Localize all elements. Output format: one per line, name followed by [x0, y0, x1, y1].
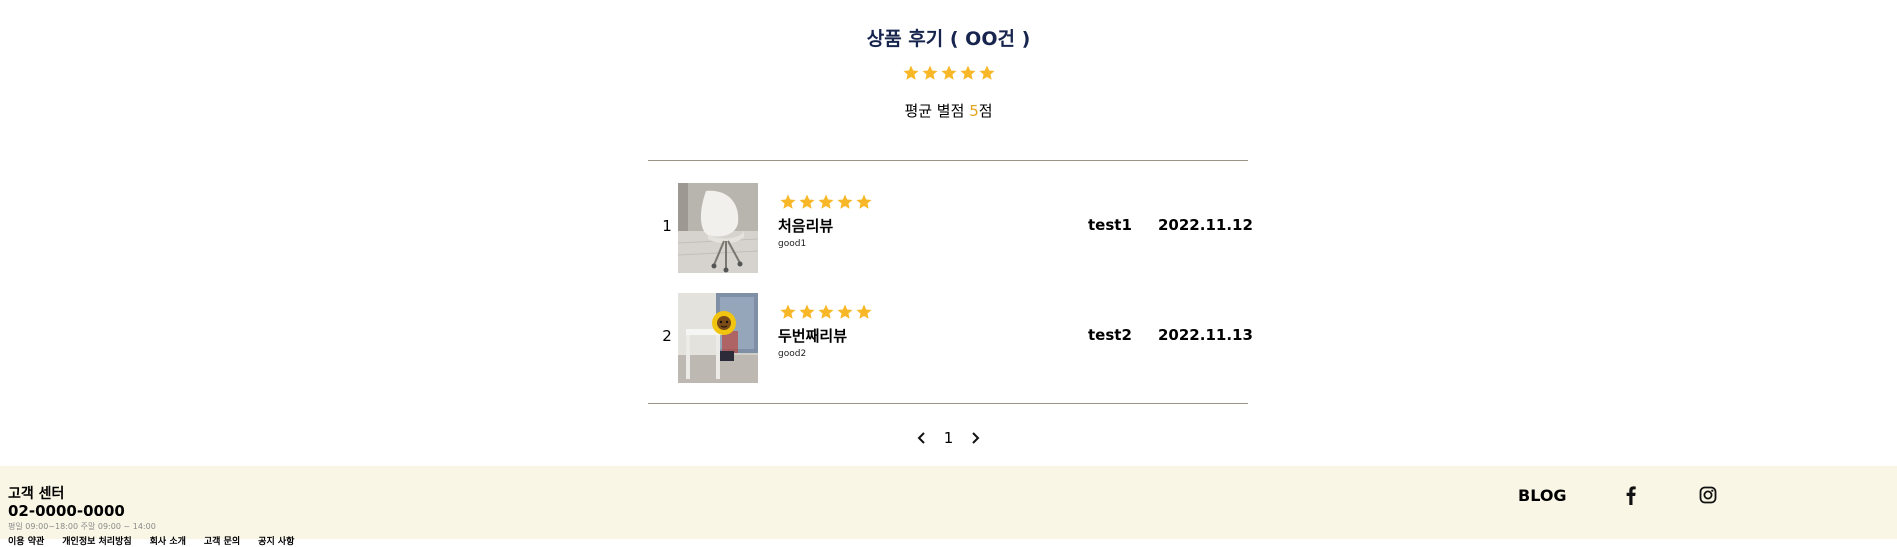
review-body: good2: [778, 349, 807, 359]
review-number: 2: [662, 327, 672, 345]
review-date: 2022.11.12: [1158, 216, 1253, 234]
footer-links: 이용 약관 개인정보 처리방침 회사 소개 고객 문의 공지 사항: [8, 534, 312, 547]
star-icon: [780, 194, 795, 209]
facebook-icon[interactable]: [1622, 485, 1640, 505]
review-title[interactable]: 두번째리뷰: [778, 325, 847, 346]
customer-hours: 평일 09:00~18:00 주말 09:00 ~ 14:00: [8, 522, 156, 531]
customer-center-title: 고객 센터: [8, 486, 65, 502]
review-rating-stars: [778, 193, 873, 215]
review-row[interactable]: 1 처음리뷰 good1 test1 2022.11.12: [648, 183, 1253, 273]
list-bottom-divider: [648, 403, 1248, 404]
star-icon: [818, 194, 833, 209]
star-icon: [818, 304, 833, 319]
review-title[interactable]: 처음리뷰: [778, 215, 833, 236]
chevron-right-icon[interactable]: [970, 431, 980, 445]
reviews-heading: 상품 후기 ( OO건 ): [866, 28, 1031, 50]
average-score: 5: [969, 102, 979, 120]
page-number[interactable]: 1: [944, 429, 954, 447]
review-row[interactable]: 2 두번째리뷰 good2 test2 2022.11.13: [648, 293, 1253, 383]
blog-link[interactable]: BLOG: [1518, 486, 1567, 505]
star-icon: [903, 65, 918, 80]
footer: 고객 센터 02-0000-0000 평일 09:00~18:00 주말 09:…: [0, 466, 1897, 547]
star-icon: [922, 65, 937, 80]
pagination: 1: [0, 428, 1897, 447]
review-photo-white-chair[interactable]: [678, 183, 758, 273]
star-icon: [856, 194, 871, 209]
review-user: test1: [1088, 216, 1132, 234]
star-icon: [837, 194, 852, 209]
star-icon: [837, 304, 852, 319]
review-user: test2: [1088, 326, 1132, 344]
average-suffix: 점: [978, 102, 993, 120]
star-icon: [960, 65, 975, 80]
review-number: 1: [662, 217, 672, 235]
customer-phone: 02-0000-0000: [8, 502, 125, 520]
chevron-left-icon[interactable]: [917, 431, 927, 445]
review-body: good1: [778, 239, 807, 249]
star-icon: [799, 304, 814, 319]
review-date: 2022.11.13: [1158, 326, 1253, 344]
star-icon: [941, 65, 956, 80]
review-rating-stars: [778, 303, 873, 325]
review-photo-child-desk[interactable]: [678, 293, 758, 383]
average-label: 평균 별점: [904, 102, 970, 120]
instagram-icon[interactable]: [1699, 486, 1717, 504]
average-rating-text: 평균 별점 5점: [0, 100, 1897, 121]
star-icon: [799, 194, 814, 209]
average-rating-stars: [0, 64, 1897, 86]
star-icon: [979, 65, 994, 80]
star-icon: [780, 304, 795, 319]
star-icon: [856, 304, 871, 319]
list-top-divider: [648, 160, 1248, 161]
